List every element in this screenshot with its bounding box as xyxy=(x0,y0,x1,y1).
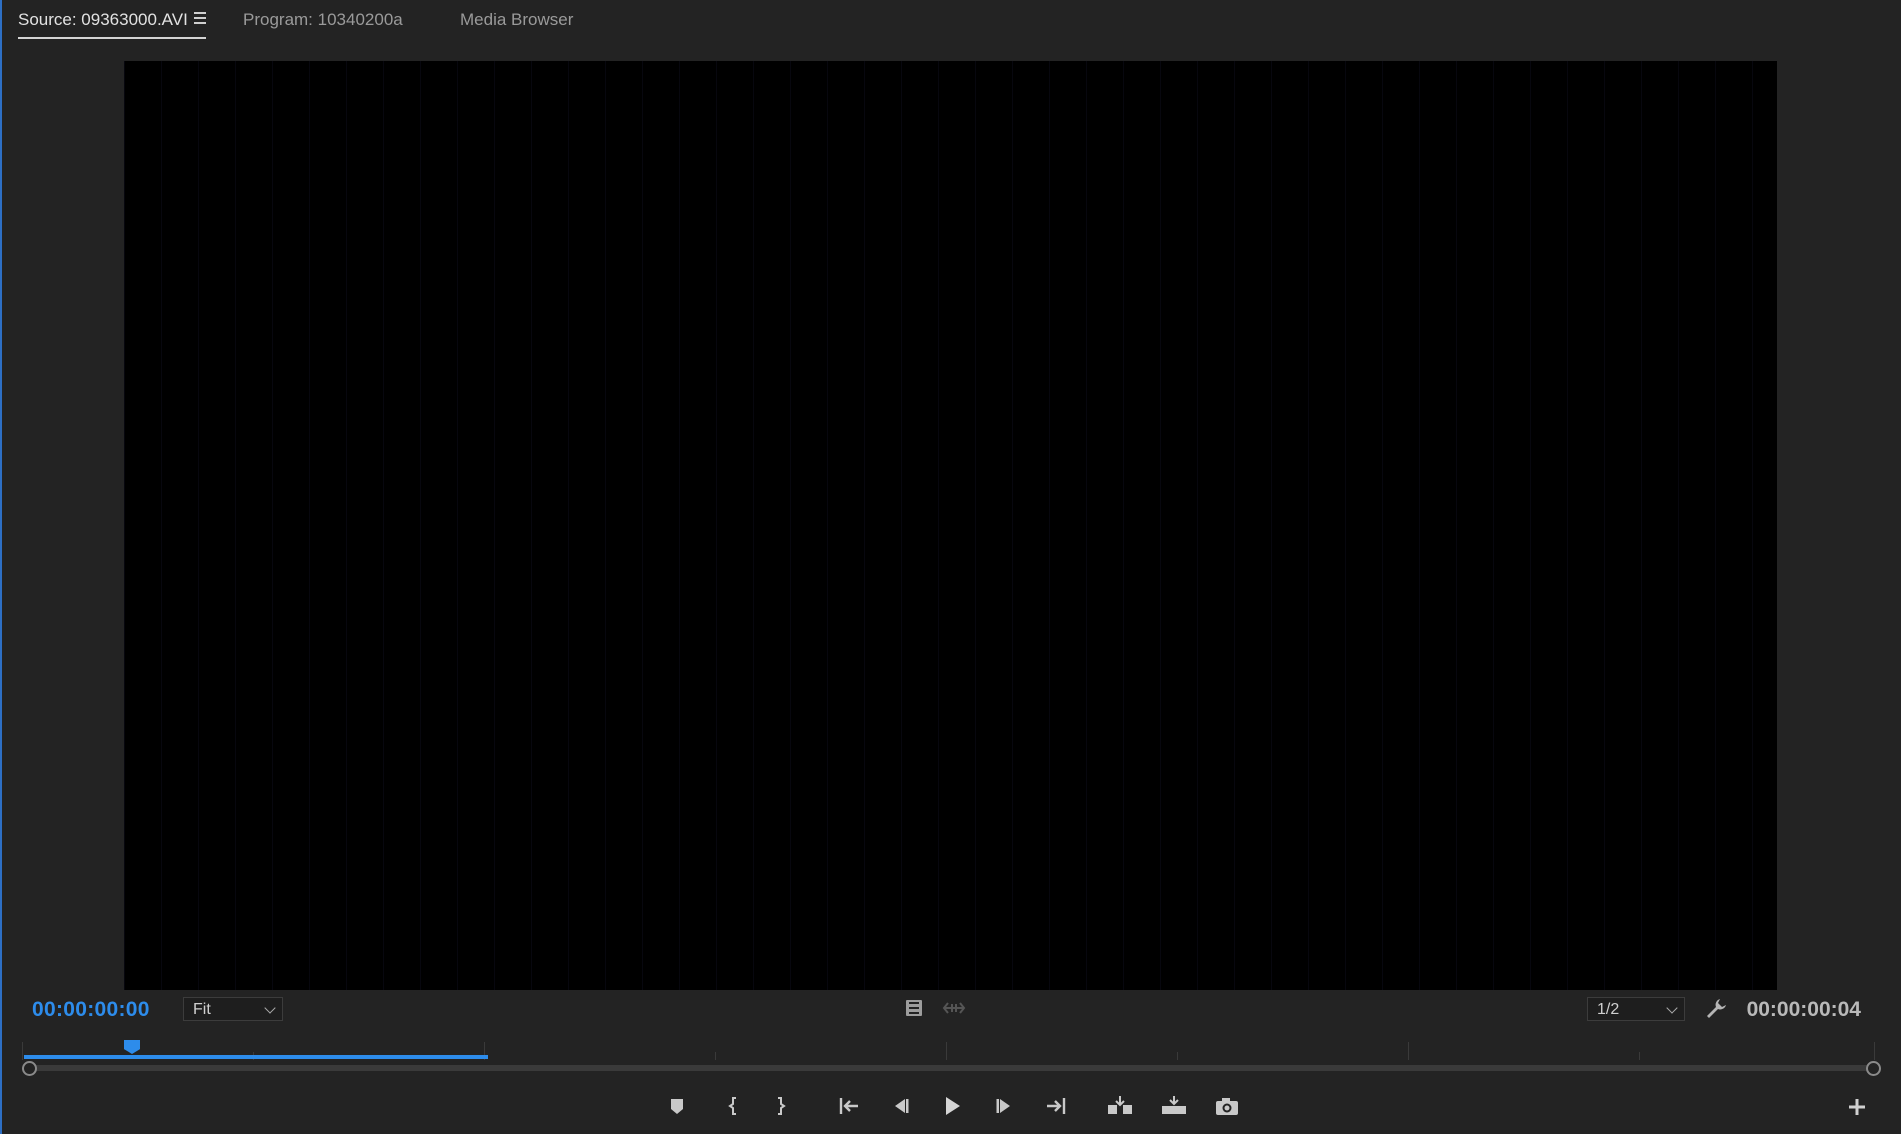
zoom-handle-left[interactable] xyxy=(22,1061,37,1076)
playback-resolution-value: 1/2 xyxy=(1597,1001,1620,1018)
chevron-down-icon xyxy=(264,1002,276,1014)
tab-program-label: Program: 10340200a xyxy=(243,10,403,29)
zoom-handle-right[interactable] xyxy=(1866,1061,1881,1076)
step-back-icon xyxy=(895,1099,909,1113)
go-to-out-icon xyxy=(1047,1098,1066,1114)
chevron-down-icon xyxy=(1666,1002,1678,1014)
panel-focus-edge xyxy=(0,0,2,1134)
go-to-in-button[interactable] xyxy=(834,1093,864,1119)
insert-button[interactable] xyxy=(1105,1093,1135,1119)
tab-media-browser[interactable]: Media Browser xyxy=(460,10,573,30)
insert-icon xyxy=(1108,1096,1132,1114)
add-marker-button[interactable] xyxy=(662,1093,692,1119)
button-editor-plus-icon xyxy=(1849,1099,1865,1115)
mark-out-icon xyxy=(778,1097,786,1115)
button-editor-button[interactable] xyxy=(1842,1093,1872,1119)
source-video-viewer[interactable] xyxy=(124,61,1777,990)
in-out-range-bar xyxy=(24,1055,488,1059)
overwrite-icon xyxy=(1162,1096,1186,1114)
play-icon xyxy=(946,1097,960,1115)
mark-in-button[interactable] xyxy=(718,1093,748,1119)
overwrite-button[interactable] xyxy=(1159,1093,1189,1119)
zoom-scroll-track[interactable] xyxy=(29,1065,1871,1071)
tab-source[interactable]: Source: 09363000.AVI xyxy=(18,10,206,39)
mark-in-icon xyxy=(728,1097,736,1115)
zoom-select[interactable]: Fit xyxy=(183,997,283,1021)
go-to-in-icon xyxy=(839,1098,858,1114)
panel-menu-icon[interactable] xyxy=(194,12,206,24)
play-button[interactable] xyxy=(937,1093,967,1119)
drag-video-only-icon[interactable] xyxy=(904,998,924,1018)
tab-media-browser-label: Media Browser xyxy=(460,10,574,29)
go-to-out-button[interactable] xyxy=(1041,1093,1071,1119)
export-frame-icon xyxy=(1216,1098,1238,1115)
add-marker-icon xyxy=(671,1099,683,1114)
drag-audio-only-icon[interactable] xyxy=(942,999,966,1017)
step-forward-button[interactable] xyxy=(990,1093,1020,1119)
mark-out-button[interactable] xyxy=(766,1093,796,1119)
tab-program[interactable]: Program: 10340200a xyxy=(243,10,403,30)
playback-resolution-select[interactable]: 1/2 xyxy=(1587,997,1685,1021)
current-timecode[interactable]: 00:00:00:00 xyxy=(32,998,150,1022)
export-frame-button[interactable] xyxy=(1212,1093,1242,1119)
settings-wrench-icon[interactable] xyxy=(1704,997,1728,1021)
zoom-select-value: Fit xyxy=(193,1001,211,1018)
duration-timecode: 00:00:00:04 xyxy=(1746,998,1861,1021)
step-forward-icon xyxy=(996,1099,1010,1113)
step-back-button[interactable] xyxy=(885,1093,915,1119)
monitor-tab-bar: Source: 09363000.AVI Program: 10340200a … xyxy=(0,0,1901,42)
tab-source-label: Source: 09363000.AVI xyxy=(18,10,188,29)
